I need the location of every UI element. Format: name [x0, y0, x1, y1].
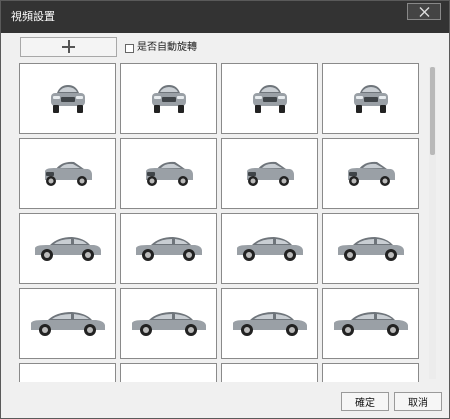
- car-thumbnail[interactable]: [221, 213, 318, 284]
- car-image: [335, 235, 407, 263]
- car-thumbnail[interactable]: [120, 363, 217, 382]
- car-thumbnail[interactable]: [120, 213, 217, 284]
- car-thumbnail[interactable]: [19, 288, 116, 359]
- car-image: [345, 159, 397, 189]
- add-image-button[interactable]: [20, 37, 117, 57]
- car-thumbnail[interactable]: [322, 138, 419, 209]
- car-thumbnail[interactable]: [120, 63, 217, 134]
- thumbnail-grid: [18, 62, 438, 382]
- car-image: [143, 159, 195, 189]
- car-thumbnail[interactable]: [120, 288, 217, 359]
- car-image: [234, 235, 306, 263]
- car-thumbnail[interactable]: [322, 213, 419, 284]
- close-icon: [419, 7, 430, 17]
- auto-rotate-checkbox[interactable]: [125, 43, 134, 53]
- car-image: [331, 310, 411, 338]
- car-thumbnail[interactable]: [221, 63, 318, 134]
- car-thumbnail[interactable]: [120, 138, 217, 209]
- auto-rotate-option[interactable]: 是否自動旋轉: [125, 41, 197, 55]
- vertical-scrollbar[interactable]: [429, 67, 436, 379]
- car-thumbnail[interactable]: [221, 138, 318, 209]
- car-image: [129, 310, 209, 338]
- car-thumbnail[interactable]: [19, 213, 116, 284]
- close-button[interactable]: [407, 3, 441, 20]
- thumbnail-grid-viewport: [18, 62, 438, 382]
- auto-rotate-label: 是否自動旋轉: [137, 42, 197, 53]
- car-thumbnail[interactable]: [322, 63, 419, 134]
- car-image: [230, 310, 310, 338]
- car-image: [351, 82, 391, 116]
- car-image: [149, 82, 189, 116]
- dialog-title: 視頻設置: [11, 10, 55, 23]
- ok-button[interactable]: 確定: [341, 392, 389, 411]
- car-image: [28, 310, 108, 338]
- car-thumbnail[interactable]: [19, 63, 116, 134]
- car-thumbnail[interactable]: [322, 363, 419, 382]
- car-image: [250, 82, 290, 116]
- car-thumbnail[interactable]: [221, 363, 318, 382]
- car-image: [244, 159, 296, 189]
- car-thumbnail[interactable]: [322, 288, 419, 359]
- cancel-button[interactable]: 取消: [394, 392, 442, 411]
- car-image: [133, 235, 205, 263]
- scrollbar-thumb[interactable]: [430, 67, 435, 155]
- title-bar: 視頻設置: [1, 1, 449, 33]
- car-thumbnail[interactable]: [19, 363, 116, 382]
- car-image: [42, 159, 94, 189]
- car-image: [32, 235, 104, 263]
- car-image: [48, 82, 88, 116]
- car-thumbnail[interactable]: [19, 138, 116, 209]
- car-thumbnail[interactable]: [221, 288, 318, 359]
- settings-dialog: 視頻設置 是否自動旋轉 確定 取消: [0, 0, 450, 419]
